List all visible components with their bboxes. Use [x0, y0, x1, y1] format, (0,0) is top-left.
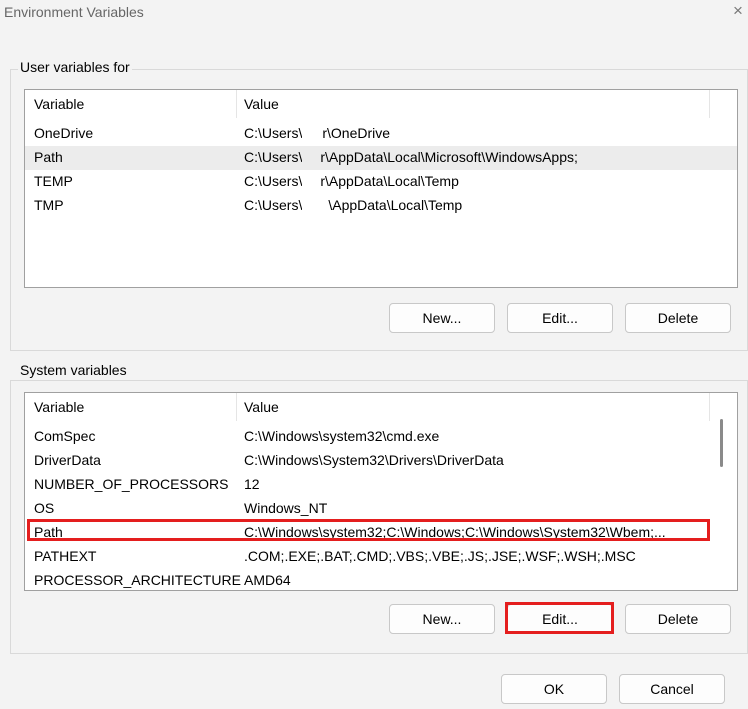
redacted-mask [302, 149, 321, 167]
value-part: C:\Users\ [244, 125, 303, 141]
window-title: Environment Variables [4, 4, 144, 20]
system-row-processor-architecture[interactable]: PROCESSOR_ARCHITECTURE AMD64 [25, 569, 737, 590]
user-variables-label: User variables for [18, 59, 132, 75]
column-header-variable[interactable]: Variable [34, 399, 84, 415]
user-new-button[interactable]: New... [389, 303, 495, 333]
title-bar: Environment Variables × [0, 0, 748, 28]
variable-name: ComSpec [34, 428, 96, 444]
value-part: r\OneDrive [322, 125, 391, 141]
variable-value: C:\Windows\System32\Drivers\DriverData [244, 452, 504, 468]
column-header-value[interactable]: Value [244, 399, 279, 415]
system-row-pathext[interactable]: PATHEXT .COM;.EXE;.BAT;.CMD;.VBS;.VBE;.J… [25, 545, 737, 569]
system-row-os[interactable]: OS Windows_NT [25, 497, 737, 521]
system-edit-button[interactable]: Edit... [507, 604, 613, 634]
user-delete-button[interactable]: Delete [625, 303, 731, 333]
variable-name: NUMBER_OF_PROCESSORS [34, 476, 229, 492]
variable-value: C:\Users\ r\AppData\Local\Temp [244, 173, 459, 191]
user-row-path[interactable]: Path C:\Users\ r\AppData\Local\Microsoft\… [25, 146, 737, 170]
system-new-button[interactable]: New... [389, 604, 495, 634]
system-variables-list[interactable]: Variable Value ComSpec C:\Windows\system… [24, 392, 738, 591]
variable-name: PROCESSOR_ARCHITECTURE [34, 572, 241, 588]
system-list-header: Variable Value [25, 393, 737, 421]
close-icon[interactable]: × [733, 1, 743, 21]
variable-value: .COM;.EXE;.BAT;.CMD;.VBS;.VBE;.JS;.JSE;.… [244, 548, 636, 564]
column-header-value[interactable]: Value [244, 96, 279, 112]
column-divider[interactable] [709, 393, 710, 421]
system-row-number-of-processors[interactable]: NUMBER_OF_PROCESSORS 12 [25, 473, 737, 497]
variable-name: OneDrive [34, 125, 94, 141]
value-part: r\AppData\Local\Temp [320, 173, 459, 189]
system-row-comspec[interactable]: ComSpec C:\Windows\system32\cmd.exe [25, 425, 737, 449]
variable-value: C:\Windows\system32;C:\Windows;C:\Window… [244, 524, 666, 540]
value-part: C:\Users\ [244, 197, 303, 213]
variable-value: 12 [244, 476, 260, 492]
variable-value: AMD64 [244, 572, 291, 588]
user-row-temp[interactable]: TEMP C:\Users\ r\AppData\Local\Temp [25, 170, 737, 194]
column-divider[interactable] [236, 393, 237, 421]
variable-value: C:\Users\ r\AppData\Local\Microsoft\Windo… [244, 149, 578, 167]
cancel-button[interactable]: Cancel [619, 674, 725, 704]
variable-name: TEMP [34, 173, 73, 189]
column-header-variable[interactable]: Variable [34, 96, 84, 112]
variable-name: PATHEXT [34, 548, 97, 564]
user-variables-list[interactable]: Variable Value OneDrive C:\Users\ r\OneDr… [24, 89, 738, 288]
user-edit-button[interactable]: Edit... [507, 303, 613, 333]
user-row-tmp[interactable]: TMP C:\Users\ \AppData\Local\Temp [25, 194, 737, 218]
variable-value: C:\Windows\system32\cmd.exe [244, 428, 440, 444]
column-divider[interactable] [709, 90, 710, 118]
variable-name: TMP [34, 197, 64, 213]
system-row-driverdata[interactable]: DriverData C:\Windows\System32\Drivers\D… [25, 449, 737, 473]
variable-name: Path [34, 524, 63, 540]
variable-value: C:\Users\ \AppData\Local\Temp [244, 197, 462, 215]
system-delete-button[interactable]: Delete [625, 604, 731, 634]
ok-button[interactable]: OK [501, 674, 607, 704]
value-part: r\AppData\Local\Microsoft\WindowsApps; [320, 149, 578, 165]
user-row-onedrive[interactable]: OneDrive C:\Users\ r\OneDrive [25, 122, 737, 146]
variable-name: DriverData [34, 452, 101, 468]
value-part: C:\Users\ [244, 149, 303, 165]
redacted-mask [302, 125, 323, 143]
value-part: \AppData\Local\Temp [328, 197, 463, 213]
variable-value: C:\Users\ r\OneDrive [244, 125, 390, 143]
value-part: C:\Users\ [244, 173, 303, 189]
user-list-header: Variable Value [25, 90, 737, 118]
system-variables-label: System variables [18, 362, 129, 378]
redacted-mask [302, 197, 329, 215]
scrollbar-thumb[interactable] [720, 419, 723, 467]
column-divider[interactable] [236, 90, 237, 118]
variable-name: Path [34, 149, 63, 165]
system-row-path[interactable]: Path C:\Windows\system32;C:\Windows;C:\W… [25, 521, 737, 545]
system-list-scrollbar[interactable] [717, 393, 727, 588]
variable-name: OS [34, 500, 55, 516]
redacted-mask [302, 173, 321, 191]
variable-value: Windows_NT [244, 500, 328, 516]
